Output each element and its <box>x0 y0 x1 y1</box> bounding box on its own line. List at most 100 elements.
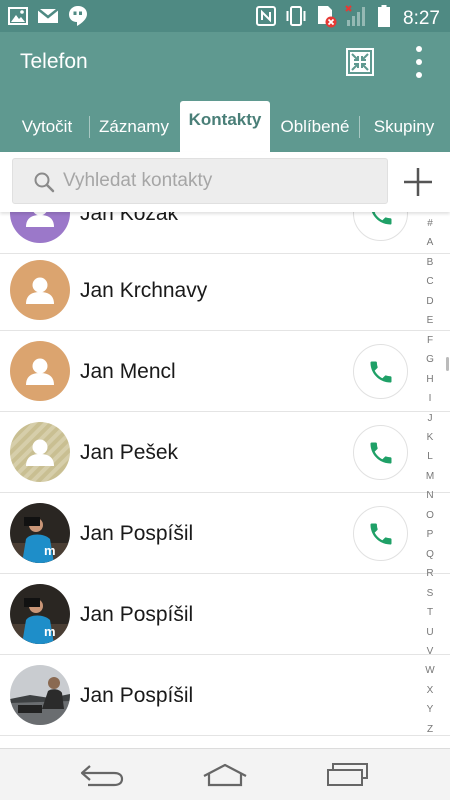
index-letter[interactable]: G <box>426 355 434 365</box>
index-letter[interactable]: I <box>429 394 432 404</box>
index-letter[interactable]: P <box>427 530 434 540</box>
phone-icon <box>370 523 391 544</box>
tab-call-log[interactable]: Záznamy <box>92 106 176 152</box>
index-letter[interactable]: S <box>427 588 434 599</box>
recent-apps-icon <box>327 763 368 786</box>
tab-favorites[interactable]: Oblíbené <box>272 106 358 152</box>
image-icon <box>8 7 28 30</box>
index-letter[interactable]: C <box>426 277 433 287</box>
avatar <box>10 665 70 725</box>
index-letter[interactable]: O <box>426 510 434 521</box>
plus-icon <box>404 168 432 196</box>
avatar: m <box>10 503 70 563</box>
hangouts-icon <box>68 5 88 32</box>
contact-row[interactable]: Jan Pospíšil <box>0 655 450 736</box>
index-letter[interactable]: Q <box>426 549 434 560</box>
back-icon <box>80 765 124 787</box>
phone-icon <box>370 442 391 463</box>
index-letter[interactable]: U <box>426 627 433 638</box>
nfc-icon <box>255 5 277 32</box>
tab-divider <box>359 116 360 138</box>
call-button[interactable] <box>353 212 408 241</box>
contact-name: Jan Kozák <box>80 212 179 225</box>
index-letter[interactable]: N <box>426 491 433 501</box>
index-letter[interactable]: L <box>427 452 433 462</box>
index-letter[interactable]: R <box>426 569 433 579</box>
status-bar: 8:27 <box>0 0 450 32</box>
tab-contacts[interactable]: Kontakty <box>180 101 270 152</box>
phone-icon <box>370 361 391 382</box>
navigation-bar <box>0 748 450 800</box>
no-sim-icon <box>315 4 337 33</box>
scrollbar-thumb[interactable] <box>446 357 449 371</box>
contact-name: Jan Pospíšil <box>80 603 194 626</box>
index-letter[interactable]: X <box>427 685 434 696</box>
tab-bar: Vytočit Záznamy Kontakty Oblíbené Skupin… <box>0 92 450 152</box>
more-vert-dot <box>416 72 422 78</box>
index-letter[interactable]: # <box>427 219 433 229</box>
more-options-button[interactable] <box>404 44 434 80</box>
phone-icon <box>371 212 391 224</box>
avatar <box>10 212 70 243</box>
index-letter[interactable]: A <box>427 238 434 248</box>
clock: 8:27 <box>403 7 440 29</box>
avatar: m <box>10 584 70 644</box>
contact-row[interactable]: Jan Krchnavy <box>0 250 450 331</box>
gmail-icon <box>37 7 59 30</box>
app-bar: Telefon <box>0 32 450 92</box>
svg-text:m: m <box>44 624 56 639</box>
search-row <box>0 152 450 212</box>
index-letter[interactable]: V <box>427 646 434 657</box>
search-box[interactable] <box>12 158 388 204</box>
contact-name: Jan Krchnavy <box>80 279 208 302</box>
avatar <box>10 341 70 401</box>
app-title: Telefon <box>20 50 88 73</box>
contact-row[interactable]: Jan Kozák <box>0 212 450 254</box>
more-vert-dot <box>416 59 422 65</box>
contact-name: Jan Pešek <box>80 441 179 464</box>
tab-groups[interactable]: Skupiny <box>362 106 446 152</box>
contact-name: Jan Pospíšil <box>80 684 194 707</box>
contact-row[interactable]: Jan Mencl <box>0 331 450 412</box>
contact-name: Jan Pospíšil <box>80 522 194 545</box>
alphabet-index[interactable]: # A B C D E F G H I J K L M N O P Q R S T U V W X Y Z <box>421 219 439 735</box>
index-letter[interactable]: M <box>426 471 434 482</box>
avatar <box>10 260 70 320</box>
search-icon <box>34 172 55 193</box>
contact-list[interactable]: Jan Kozák Jan Krchnavy Jan Mencl Jan Peš… <box>0 212 450 748</box>
back-button[interactable] <box>77 757 127 793</box>
compact-view-button[interactable] <box>344 46 376 78</box>
add-contact-button[interactable] <box>400 164 436 200</box>
tab-divider <box>89 116 90 138</box>
index-letter[interactable]: F <box>427 335 433 346</box>
call-button[interactable] <box>353 506 408 561</box>
search-input[interactable] <box>63 159 383 203</box>
index-letter[interactable]: J <box>428 413 433 424</box>
call-button[interactable] <box>353 425 408 480</box>
recent-apps-button[interactable] <box>322 757 372 793</box>
index-letter[interactable]: H <box>426 374 433 385</box>
avatar <box>10 422 70 482</box>
contact-row[interactable]: m Jan Pospíšil <box>0 493 450 574</box>
index-letter[interactable]: B <box>427 257 434 268</box>
contact-row[interactable]: m Jan Pospíšil <box>0 574 450 655</box>
home-button[interactable] <box>200 757 250 793</box>
battery-icon <box>377 4 391 33</box>
system-icons: 8:27 <box>255 4 440 33</box>
index-letter[interactable]: Y <box>427 705 434 715</box>
contact-row[interactable]: Jan Pešek <box>0 412 450 493</box>
index-letter[interactable]: T <box>427 608 433 618</box>
notification-icons <box>8 5 88 32</box>
more-vert-icon <box>416 46 422 52</box>
signal-icon <box>345 4 369 33</box>
tab-dial[interactable]: Vytočit <box>8 106 86 152</box>
call-button[interactable] <box>353 344 408 399</box>
index-letter[interactable]: D <box>426 296 433 307</box>
index-letter[interactable]: K <box>427 432 434 443</box>
svg-text:m: m <box>44 543 56 558</box>
index-letter[interactable]: E <box>427 316 434 326</box>
compact-view-icon <box>346 48 374 76</box>
index-letter[interactable]: W <box>425 666 434 676</box>
index-letter[interactable]: Z <box>427 724 433 735</box>
vibrate-icon <box>285 5 307 32</box>
